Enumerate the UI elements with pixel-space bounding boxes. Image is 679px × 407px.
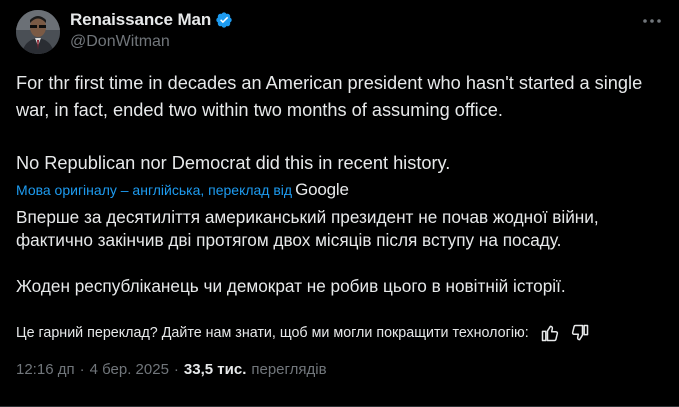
avatar-image <box>16 10 60 54</box>
more-options-button[interactable] <box>641 12 663 30</box>
display-name[interactable]: Renaissance Man <box>70 10 211 30</box>
feedback-prompt: Це гарний переклад? Дайте нам знати, щоб… <box>16 325 529 341</box>
views-count[interactable]: 33,5 тис. <box>184 361 246 378</box>
tweet-text: For thr first time in decades an America… <box>16 70 663 177</box>
display-name-row: Renaissance Man <box>70 10 233 30</box>
thumbs-down-icon <box>571 324 588 341</box>
meta-separator-2: · <box>173 361 179 378</box>
tweet-paragraph-2: No Republican nor Democrat did this in r… <box>16 153 451 173</box>
meta-separator: · <box>79 361 85 378</box>
google-logo: Google <box>295 180 349 199</box>
tweet-header: Renaissance Man @DonWitman <box>16 10 663 54</box>
tweet-paragraph-1: For thr first time in decades an America… <box>16 73 643 120</box>
avatar[interactable] <box>16 10 60 54</box>
tweet-meta: 12:16 дп · 4 бер. 2025 · 33,5 тис. перег… <box>16 361 327 378</box>
translated-text: Вперше за десятиліття американський през… <box>16 206 666 298</box>
tweet-time[interactable]: 12:16 дп <box>16 361 75 378</box>
thumbs-up-icon <box>541 325 558 342</box>
thumbs-up-button[interactable] <box>539 322 561 344</box>
author-info: Renaissance Man @DonWitman <box>70 10 233 51</box>
translated-paragraph-1: Вперше за десятиліття американський през… <box>16 207 599 250</box>
tweet-card: Renaissance Man @DonWitman For thr first… <box>0 0 679 407</box>
verified-badge-icon[interactable] <box>215 11 233 29</box>
more-horizontal-icon <box>643 19 661 23</box>
translated-paragraph-2: Жоден республіканець чи демократ не роби… <box>16 276 566 296</box>
translation-attribution[interactable]: Мова оригіналу – англійська, переклад ві… <box>16 180 349 200</box>
views-label: переглядів <box>251 361 327 378</box>
tweet-date[interactable]: 4 бер. 2025 <box>90 361 169 378</box>
translation-feedback: Це гарний переклад? Дайте нам знати, щоб… <box>16 321 663 345</box>
thumbs-down-button[interactable] <box>569 322 591 344</box>
translation-source-note[interactable]: Мова оригіналу – англійська, переклад ві… <box>16 182 292 198</box>
handle[interactable]: @DonWitman <box>70 33 233 51</box>
